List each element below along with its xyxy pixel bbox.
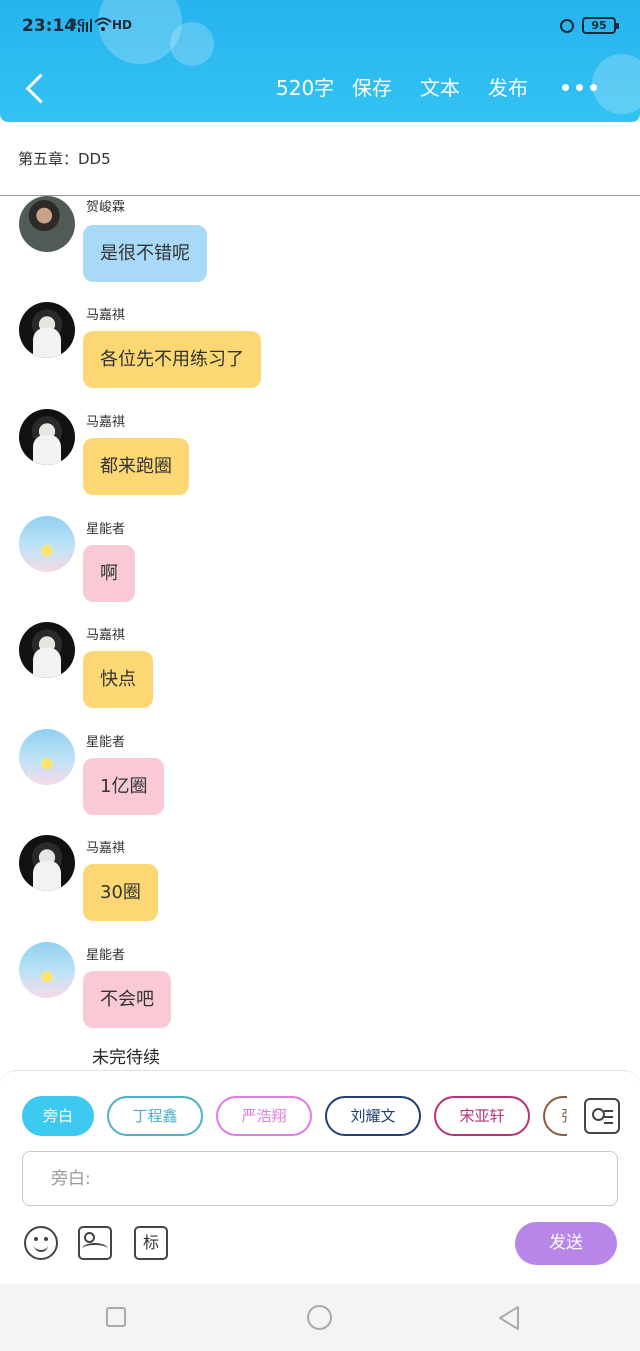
more-button[interactable] xyxy=(562,84,598,92)
text-button[interactable]: 文本 xyxy=(420,72,460,101)
sender-name: 马嘉祺 xyxy=(86,415,126,430)
message-bubble[interactable]: 快点 xyxy=(83,651,153,708)
narration-text[interactable]: 未完待续 xyxy=(92,1043,160,1068)
role-chip[interactable]: 宋亚轩 xyxy=(434,1096,530,1136)
message-bubble[interactable]: 都来跑圈 xyxy=(83,438,189,495)
more-dot-icon xyxy=(590,84,597,91)
message-bubble[interactable]: 各位先不用练习了 xyxy=(83,331,261,388)
contact-card-icon[interactable] xyxy=(584,1098,620,1134)
sender-name: 贺峻霖 xyxy=(86,200,126,215)
avatar[interactable] xyxy=(19,409,75,465)
send-button[interactable]: 发送 xyxy=(515,1222,617,1265)
word-count: 520字 xyxy=(276,76,335,100)
message-bubble[interactable]: 是很不错呢 xyxy=(83,225,207,282)
wifi-icon xyxy=(94,17,112,31)
avatar[interactable] xyxy=(19,196,75,252)
status-time: 23:14 xyxy=(22,16,77,36)
sender-name: 马嘉祺 xyxy=(86,308,126,323)
sender-name: 马嘉祺 xyxy=(86,628,126,643)
tag-button[interactable]: 标 xyxy=(134,1226,168,1260)
more-dot-icon xyxy=(562,84,569,91)
message-bubble[interactable]: 啊 xyxy=(83,545,135,602)
sender-name: 星能者 xyxy=(86,735,126,750)
role-chip[interactable]: 丁程鑫 xyxy=(107,1096,203,1136)
network-type: 4G xyxy=(70,18,86,29)
avatar[interactable] xyxy=(19,729,75,785)
chapter-title[interactable]: 第五章：DD5 xyxy=(18,148,111,169)
hd-indicator: HD xyxy=(112,18,133,32)
avatar[interactable] xyxy=(19,835,75,891)
save-button[interactable]: 保存 xyxy=(352,72,392,101)
avatar[interactable] xyxy=(19,516,75,572)
image-icon[interactable] xyxy=(78,1226,112,1260)
do-not-disturb-icon xyxy=(560,19,574,33)
emoji-icon[interactable] xyxy=(24,1226,58,1260)
sender-name: 马嘉祺 xyxy=(86,841,126,856)
back-triangle-icon[interactable] xyxy=(497,1305,521,1331)
more-dot-icon xyxy=(576,84,583,91)
avatar[interactable] xyxy=(19,942,75,998)
battery-icon: 95 xyxy=(582,17,619,34)
role-chip-narration[interactable]: 旁白 xyxy=(22,1096,94,1136)
message-bubble[interactable]: 不会吧 xyxy=(83,971,171,1028)
recent-apps-icon[interactable] xyxy=(106,1307,126,1327)
publish-button[interactable]: 发布 xyxy=(488,72,528,101)
message-bubble[interactable]: 30圈 xyxy=(83,864,158,921)
sender-name: 星能者 xyxy=(86,948,126,963)
top-header: 23:14 4G HD 95 520字 保存 文本 发布 xyxy=(0,0,640,122)
role-chip[interactable]: 刘耀文 xyxy=(325,1096,421,1136)
decor-bubble xyxy=(592,54,640,114)
avatar[interactable] xyxy=(19,302,75,358)
status-bar: 23:14 4G HD 95 xyxy=(0,0,640,52)
home-icon[interactable] xyxy=(307,1305,332,1330)
role-chip[interactable]: 严浩翔 xyxy=(216,1096,312,1136)
message-bubble[interactable]: 1亿圈 xyxy=(83,758,165,815)
message-input[interactable] xyxy=(22,1151,618,1206)
avatar[interactable] xyxy=(19,622,75,678)
sender-name: 星能者 xyxy=(86,522,126,537)
back-button[interactable] xyxy=(20,70,50,106)
